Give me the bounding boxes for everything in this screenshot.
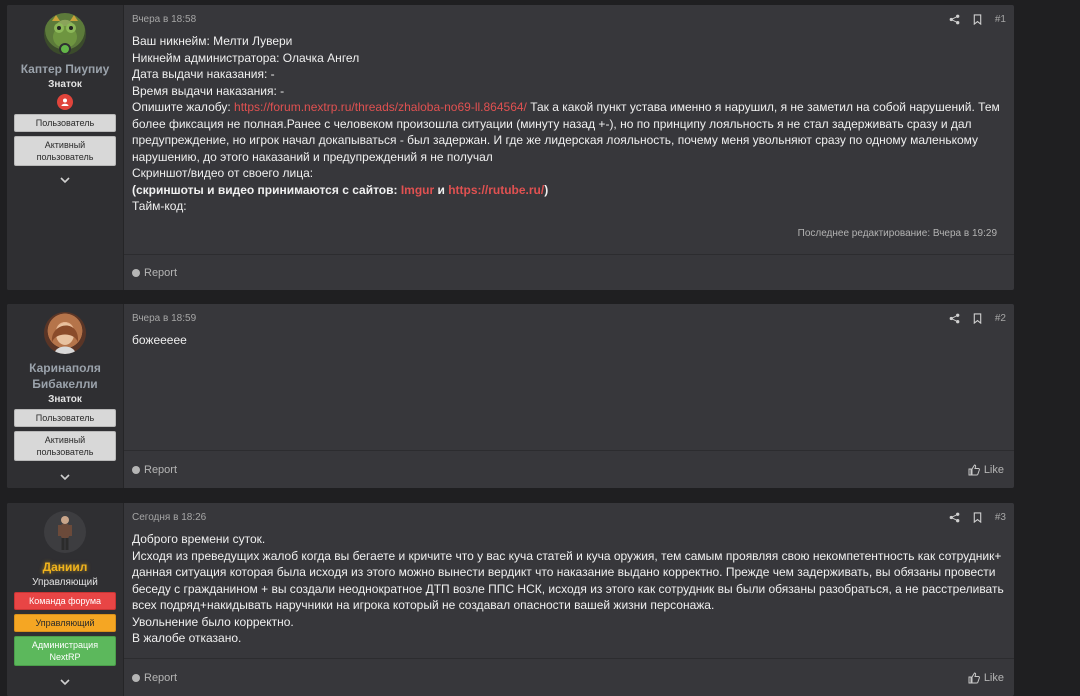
post-2-main: Вчера в 18:59 #2 божеееее Report Like <box>124 304 1014 488</box>
like-label: Like <box>983 671 1004 684</box>
post-line-complaint: Опишите жалобу: https://forum.nextrp.ru/… <box>132 99 1006 165</box>
post-date[interactable]: Вчера в 18:59 <box>132 313 949 324</box>
post-meta: Вчера в 18:59 #2 <box>124 304 1014 332</box>
thumbs-up-icon <box>968 463 980 475</box>
user-title: Знаток <box>48 79 82 90</box>
sites-prefix: (скриншоты и видео принимаются с сайтов: <box>132 182 401 197</box>
badge-user: Пользователь <box>14 114 116 132</box>
avatar[interactable] <box>44 511 86 553</box>
chevron-down-icon[interactable] <box>59 174 71 186</box>
username[interactable]: Каринаполя Бибакелли <box>7 360 123 392</box>
character-avatar-image <box>58 516 72 550</box>
post-1-main: Вчера в 18:58 #1 Ваш никнейм: Мелти Луве… <box>124 5 1014 290</box>
report-label: Report <box>144 266 178 279</box>
report-button[interactable]: Report <box>132 267 1006 279</box>
share-icon[interactable] <box>949 512 960 523</box>
last-edited: Последнее редактирование: Вчера в 19:29 <box>797 228 997 239</box>
post-line: В жалобе отказано. <box>132 631 242 645</box>
badge-administration: Администрация NextRP <box>14 636 116 666</box>
portrait-avatar-image <box>51 323 79 354</box>
post-2-user-cell: Каринаполя Бибакелли Знаток Пользователь… <box>7 304 124 488</box>
post-line: Ваш никнейм: Мелти Лувери <box>132 34 293 48</box>
bookmark-icon[interactable] <box>972 511 983 523</box>
badge-active-user: Активный пользователь <box>14 431 116 461</box>
bookmark-icon[interactable] <box>972 13 983 25</box>
post-line-sites: (скриншоты и видео принимаются с сайтов:… <box>132 182 1006 199</box>
user-title: Знаток <box>48 394 82 405</box>
post-number[interactable]: #1 <box>995 14 1006 25</box>
username[interactable]: Даниил <box>37 559 94 575</box>
report-label: Report <box>144 463 178 476</box>
post-line: Увольнение было корректно. <box>132 614 294 629</box>
report-button[interactable]: Report <box>132 672 968 684</box>
complaint-label: Опишите жалобу: <box>132 100 235 114</box>
post-footer: Report <box>124 254 1014 290</box>
avatar[interactable] <box>44 312 86 354</box>
like-label: Like <box>983 463 1004 476</box>
badge-manager: Управляющий <box>14 614 116 632</box>
post-1-user-cell: Каптер Пиупиу Знаток Пользователь Активн… <box>7 5 124 290</box>
thumbs-up-icon <box>968 671 980 683</box>
post-line: божеееее <box>132 333 187 347</box>
share-icon[interactable] <box>949 14 960 25</box>
like-button[interactable]: Like <box>968 464 1004 476</box>
post-date[interactable]: Сегодня в 18:26 <box>132 512 949 523</box>
post-2: Каринаполя Бибакелли Знаток Пользователь… <box>7 304 1014 488</box>
post-line: Скриншот/видео от своего лица: <box>132 166 314 180</box>
badge-user: Пользователь <box>14 409 116 427</box>
imgur-link[interactable]: Imgur <box>401 183 434 197</box>
user-title: Управляющий <box>32 577 98 588</box>
post-body: божеееее <box>124 332 1014 450</box>
post-3: Даниил Управляющий Команда форума Управл… <box>7 503 1014 696</box>
badge-active-user: Активный пользователь <box>14 136 116 166</box>
rutube-link[interactable]: https://rutube.ru/ <box>448 183 544 197</box>
post-line: Дата выдачи наказания: - <box>132 67 275 81</box>
post-meta: Вчера в 18:58 #1 <box>124 5 1014 33</box>
post-date[interactable]: Вчера в 18:58 <box>132 14 949 25</box>
post-line: Время выдачи наказания: - <box>132 83 285 98</box>
post-3-main: Сегодня в 18:26 #3 Доброго времени суток… <box>124 503 1014 696</box>
share-icon[interactable] <box>949 313 960 324</box>
post-footer: Report Like <box>124 658 1014 696</box>
post-1: Каптер Пиупиу Знаток Пользователь Активн… <box>7 5 1014 290</box>
bookmark-icon[interactable] <box>972 312 983 324</box>
report-icon <box>132 673 140 682</box>
post-footer: Report Like <box>124 450 1014 488</box>
avatar[interactable] <box>44 13 86 55</box>
online-indicator <box>59 43 71 55</box>
complaint-link[interactable]: https://forum.nextrp.ru/threads/zhaloba-… <box>234 100 527 114</box>
username[interactable]: Каптер Пиупиу <box>15 61 116 77</box>
post-line: Никнейм администратора: Олачка Ангел <box>132 50 360 65</box>
post-line: Доброго времени суток. <box>132 532 266 546</box>
post-3-user-cell: Даниил Управляющий Команда форума Управл… <box>7 503 124 696</box>
report-icon <box>132 268 140 277</box>
post-line: Тайм-код: <box>132 199 187 213</box>
post-number[interactable]: #2 <box>995 313 1006 324</box>
post-meta: Сегодня в 18:26 #3 <box>124 503 1014 531</box>
sites-and: и <box>434 182 449 197</box>
like-button[interactable]: Like <box>968 672 1004 684</box>
sites-suffix: ) <box>544 182 549 197</box>
report-button[interactable]: Report <box>132 464 968 476</box>
role-icon <box>57 94 73 110</box>
report-label: Report <box>144 671 178 684</box>
report-icon <box>132 465 140 474</box>
post-number[interactable]: #3 <box>995 512 1006 523</box>
chevron-down-icon[interactable] <box>59 676 71 688</box>
chevron-down-icon[interactable] <box>59 471 71 483</box>
post-line: Исходя из преведущих жалоб когда вы бега… <box>132 548 1004 613</box>
post-body: Доброго времени суток. Исходя из преведу… <box>124 531 1014 658</box>
badge-forum-team: Команда форума <box>14 592 116 610</box>
post-body: Ваш никнейм: Мелти Лувери Никнейм админи… <box>124 33 1014 254</box>
